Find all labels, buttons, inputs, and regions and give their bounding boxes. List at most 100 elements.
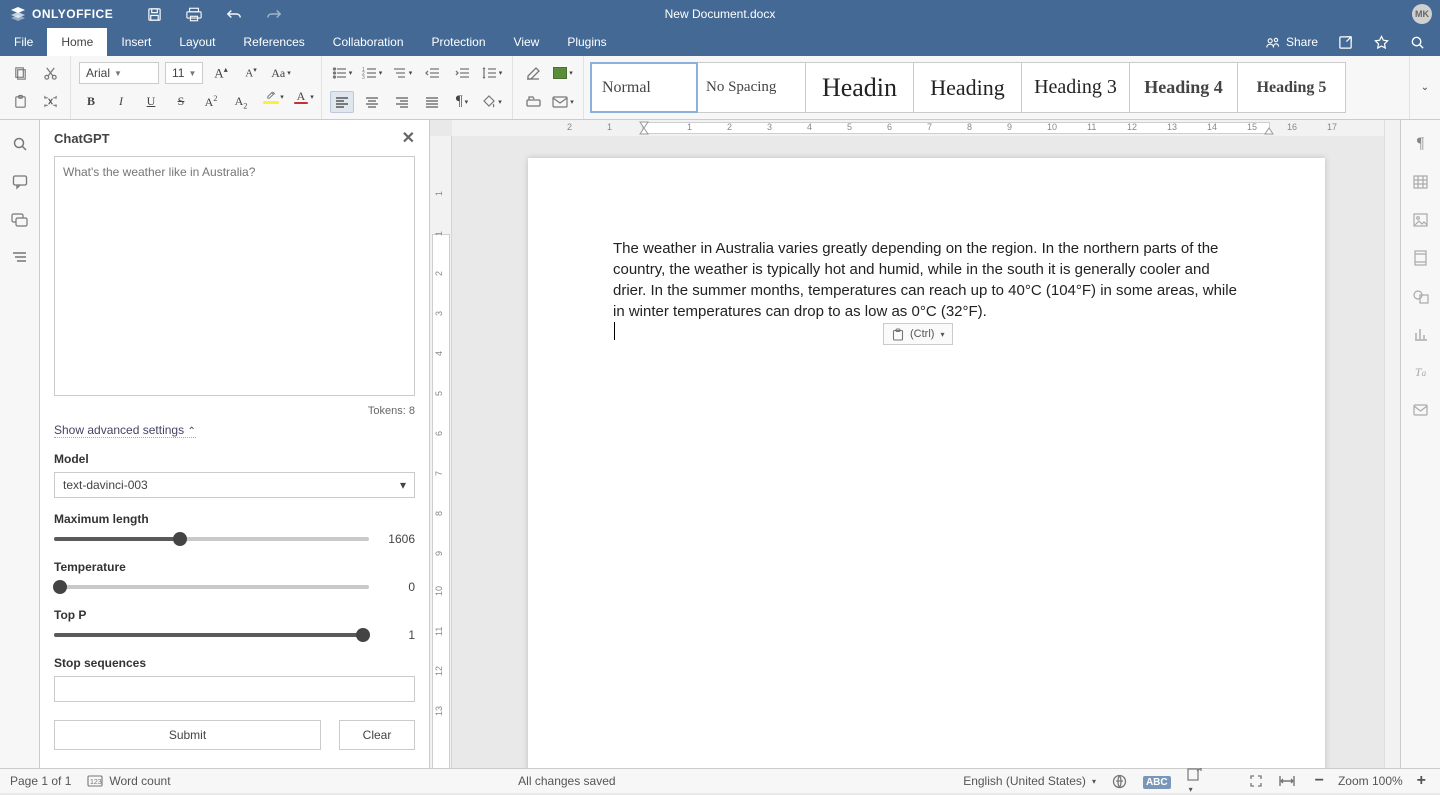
share-button[interactable]: Share xyxy=(1266,35,1318,49)
spellcheck-icon[interactable] xyxy=(1112,774,1127,789)
chart-settings-icon[interactable] xyxy=(1411,324,1431,344)
cut-button[interactable] xyxy=(38,62,62,84)
navigation-icon[interactable] xyxy=(10,248,30,268)
bullets-button[interactable]: ▾ xyxy=(330,62,354,84)
spellcheck-toggle[interactable]: ABC xyxy=(1143,774,1171,788)
shading-button[interactable]: ▾ xyxy=(480,91,504,113)
copy-button[interactable] xyxy=(8,62,32,84)
styles-expand-button[interactable]: ⌄ xyxy=(1410,56,1440,119)
header-footer-icon[interactable] xyxy=(1411,248,1431,268)
temperature-slider[interactable] xyxy=(54,585,369,589)
bold-button[interactable]: B xyxy=(79,91,103,113)
undo-icon[interactable] xyxy=(225,5,243,23)
vertical-ruler[interactable]: 112345678910111213 xyxy=(430,136,452,768)
horizontal-ruler[interactable]: 211234567891011121314151617 xyxy=(452,120,1384,136)
nonprinting-button[interactable]: ¶▾ xyxy=(450,91,474,113)
page-indicator[interactable]: Page 1 of 1 xyxy=(10,774,71,788)
menu-protection[interactable]: Protection xyxy=(418,28,500,56)
print-icon[interactable] xyxy=(185,5,203,23)
search-top-icon[interactable] xyxy=(1408,33,1426,51)
font-size-combo[interactable]: 11▼ xyxy=(165,62,203,84)
body-text[interactable]: The weather in Australia varies greatly … xyxy=(613,238,1240,322)
change-case-button[interactable]: Aa▾ xyxy=(269,62,293,84)
menu-insert[interactable]: Insert xyxy=(107,28,165,56)
align-center-button[interactable] xyxy=(360,91,384,113)
paragraph-settings-icon[interactable]: ¶ xyxy=(1411,134,1431,154)
menu-file[interactable]: File xyxy=(0,28,47,56)
right-indent-marker[interactable] xyxy=(1264,120,1274,136)
clear-button[interactable]: Clear xyxy=(339,720,415,750)
increase-font-button[interactable]: A▴ xyxy=(209,62,233,84)
advanced-toggle[interactable]: Show advanced settings ⌃ xyxy=(54,423,196,438)
vertical-scrollbar[interactable] xyxy=(1384,120,1400,768)
shape-settings-icon[interactable] xyxy=(1411,286,1431,306)
zoom-level[interactable]: Zoom 100% xyxy=(1338,774,1403,788)
prompt-input[interactable] xyxy=(54,156,415,396)
decrease-indent-button[interactable] xyxy=(420,62,444,84)
favorite-icon[interactable] xyxy=(1372,33,1390,51)
image-settings-icon[interactable] xyxy=(1411,210,1431,230)
language-selector[interactable]: English (United States) ▾ xyxy=(963,774,1096,788)
multilevel-list-button[interactable]: ▾ xyxy=(390,62,414,84)
italic-button[interactable]: I xyxy=(109,91,133,113)
strikethrough-button[interactable]: S xyxy=(169,91,193,113)
style-no-spacing[interactable]: No Spacing xyxy=(698,62,806,113)
textart-settings-icon[interactable]: Ta xyxy=(1411,362,1431,382)
style-heading5[interactable]: Heading 5 xyxy=(1238,62,1346,113)
style-heading4[interactable]: Heading 4 xyxy=(1130,62,1238,113)
model-select[interactable]: text-davinci-003 ▾ xyxy=(54,472,415,498)
clear-style-button[interactable] xyxy=(521,62,545,84)
align-justify-button[interactable] xyxy=(420,91,444,113)
comments-icon[interactable] xyxy=(10,172,30,192)
highlight-color-button[interactable]: ▾ xyxy=(259,91,283,113)
menu-references[interactable]: References xyxy=(229,28,318,56)
menu-collaboration[interactable]: Collaboration xyxy=(319,28,418,56)
zoom-in-button[interactable]: + xyxy=(1413,772,1430,790)
underline-button[interactable]: U xyxy=(139,91,163,113)
menu-view[interactable]: View xyxy=(500,28,554,56)
increase-indent-button[interactable] xyxy=(450,62,474,84)
avatar[interactable]: MK xyxy=(1412,4,1432,24)
maxlen-slider[interactable] xyxy=(54,537,369,541)
align-right-button[interactable] xyxy=(390,91,414,113)
word-count-button[interactable]: 123 Word count xyxy=(87,774,170,788)
first-line-indent-marker[interactable] xyxy=(638,120,650,136)
mail-settings-icon[interactable] xyxy=(1411,400,1431,420)
subscript-button[interactable]: A2 xyxy=(229,91,253,113)
mailmerge-button[interactable]: ▾ xyxy=(551,91,575,113)
paste-options-button[interactable]: (Ctrl) ▾ xyxy=(883,323,953,345)
fit-width-icon[interactable] xyxy=(1279,775,1295,787)
line-spacing-button[interactable]: ▾ xyxy=(480,62,504,84)
track-changes-icon[interactable]: ▾ xyxy=(1187,767,1203,795)
menu-layout[interactable]: Layout xyxy=(165,28,229,56)
open-location-icon[interactable] xyxy=(1336,33,1354,51)
insert-shape-color-button[interactable]: ▾ xyxy=(551,62,575,84)
table-settings-icon[interactable] xyxy=(1411,172,1431,192)
submit-button[interactable]: Submit xyxy=(54,720,321,750)
redo-icon[interactable] xyxy=(265,5,283,23)
menu-plugins[interactable]: Plugins xyxy=(553,28,620,56)
close-panel-button[interactable]: ✕ xyxy=(402,128,415,148)
style-heading1[interactable]: Headin xyxy=(806,62,914,113)
font-family-combo[interactable]: Arial▼ xyxy=(79,62,159,84)
align-left-button[interactable] xyxy=(330,91,354,113)
chat-icon[interactable] xyxy=(10,210,30,230)
zoom-out-button[interactable]: − xyxy=(1311,772,1328,790)
page[interactable]: The weather in Australia varies greatly … xyxy=(528,158,1325,768)
style-normal[interactable]: Normal xyxy=(590,62,698,113)
search-icon[interactable] xyxy=(10,134,30,154)
stop-input[interactable] xyxy=(54,676,415,702)
select-all-button[interactable] xyxy=(38,91,62,113)
save-icon[interactable] xyxy=(145,5,163,23)
menu-home[interactable]: Home xyxy=(47,28,107,56)
decrease-font-button[interactable]: A▾ xyxy=(239,62,263,84)
style-heading2[interactable]: Heading xyxy=(914,62,1022,113)
paste-button[interactable] xyxy=(8,91,32,113)
font-color-button[interactable]: A▾ xyxy=(289,91,313,113)
insert-field-button[interactable] xyxy=(521,91,545,113)
style-heading3[interactable]: Heading 3 xyxy=(1022,62,1130,113)
document-canvas[interactable]: The weather in Australia varies greatly … xyxy=(452,136,1384,768)
topp-slider[interactable] xyxy=(54,633,369,637)
numbering-button[interactable]: 123▾ xyxy=(360,62,384,84)
superscript-button[interactable]: A2 xyxy=(199,91,223,113)
